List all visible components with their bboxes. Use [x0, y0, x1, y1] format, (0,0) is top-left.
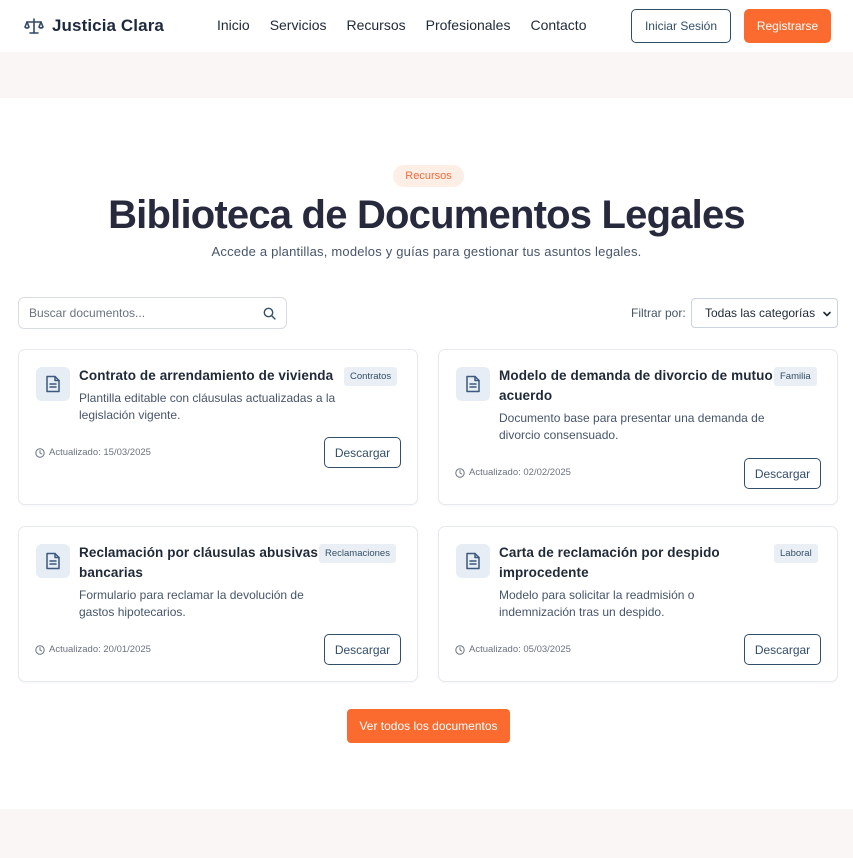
search-icon[interactable] [263, 307, 276, 320]
page-subtitle: Accede a plantillas, modelos y guías par… [211, 244, 642, 259]
updated-text: Actualizado: 05/03/2025 [469, 644, 571, 655]
updated-text: Actualizado: 15/03/2025 [49, 447, 151, 458]
document-icon [36, 367, 70, 401]
document-card: Carta de reclamación por despido improce… [438, 526, 838, 682]
section-badge: Recursos [393, 165, 464, 187]
category-tag: Familia [774, 367, 817, 386]
document-description: Documento base para presentar una demand… [499, 411, 765, 442]
document-icon [456, 367, 490, 401]
nav-link-profesionales[interactable]: Profesionales [426, 16, 511, 34]
clock-icon [455, 644, 465, 655]
search-input[interactable] [29, 298, 259, 328]
clock-icon [35, 447, 45, 458]
brand-logo[interactable]: Justicia Clara [24, 14, 164, 38]
nav-link-servicios[interactable]: Servicios [270, 16, 327, 34]
category-tag: Laboral [774, 544, 818, 563]
chevron-down-icon [821, 308, 833, 320]
filter-label: Filtrar por: [631, 306, 686, 320]
site-header: Justicia Clara Inicio Servicios Recursos… [0, 0, 853, 52]
brand-name: Justicia Clara [52, 16, 164, 35]
updated-text: Actualizado: 20/01/2025 [49, 644, 151, 655]
scale-icon [24, 16, 44, 36]
nav-link-recursos[interactable]: Recursos [346, 16, 405, 34]
download-button[interactable]: Descargar [324, 634, 401, 665]
nav-link-inicio[interactable]: Inicio [217, 16, 250, 34]
document-icon [36, 544, 70, 578]
category-tag: Reclamaciones [319, 544, 396, 563]
updated-date: Actualizado: 02/02/2025 [455, 467, 571, 478]
nav-link-contacto[interactable]: Contacto [530, 16, 586, 34]
document-title[interactable]: Reclamación por cláusulas abusivas banca… [79, 543, 319, 583]
updated-text: Actualizado: 02/02/2025 [469, 467, 571, 478]
document-description: Modelo para solicitar la readmisión o in… [499, 588, 695, 619]
category-tag: Contratos [344, 367, 398, 386]
main-nav: Inicio Servicios Recursos Profesionales … [217, 16, 607, 34]
download-button[interactable]: Descargar [744, 634, 821, 665]
updated-date: Actualizado: 20/01/2025 [35, 644, 151, 655]
document-title[interactable]: Modelo de demanda de divorcio de mutuo a… [499, 366, 774, 406]
document-icon [456, 544, 490, 578]
login-button[interactable]: Iniciar Sesión [631, 9, 731, 43]
document-card: Contrato de arrendamiento de vivienda Co… [18, 349, 418, 505]
view-all-documents-button[interactable]: Ver todos los documentos [347, 709, 510, 743]
download-button[interactable]: Descargar [324, 437, 401, 468]
document-card: Modelo de demanda de divorcio de mutuo a… [438, 349, 838, 505]
search-box [18, 297, 287, 329]
clock-icon [455, 467, 465, 478]
document-title[interactable]: Contrato de arrendamiento de vivienda [79, 366, 339, 386]
clock-icon [35, 644, 45, 655]
category-select[interactable]: Todas las categorías [691, 298, 838, 328]
document-card: Reclamación por cláusulas abusivas banca… [18, 526, 418, 682]
register-button[interactable]: Registrarse [744, 9, 831, 43]
category-select-value: Todas las categorías [705, 306, 816, 320]
document-title[interactable]: Carta de reclamación por despido improce… [499, 543, 739, 583]
updated-date: Actualizado: 15/03/2025 [35, 447, 151, 458]
decorative-band-bottom [0, 809, 853, 858]
page-title: Biblioteca de Documentos Legales [108, 193, 746, 237]
download-button[interactable]: Descargar [744, 458, 821, 489]
document-description: Formulario para reclamar la devolución d… [79, 588, 304, 619]
document-description: Plantilla editable con cláusulas actuali… [79, 391, 336, 422]
updated-date: Actualizado: 05/03/2025 [455, 644, 571, 655]
decorative-band-top [0, 52, 853, 98]
